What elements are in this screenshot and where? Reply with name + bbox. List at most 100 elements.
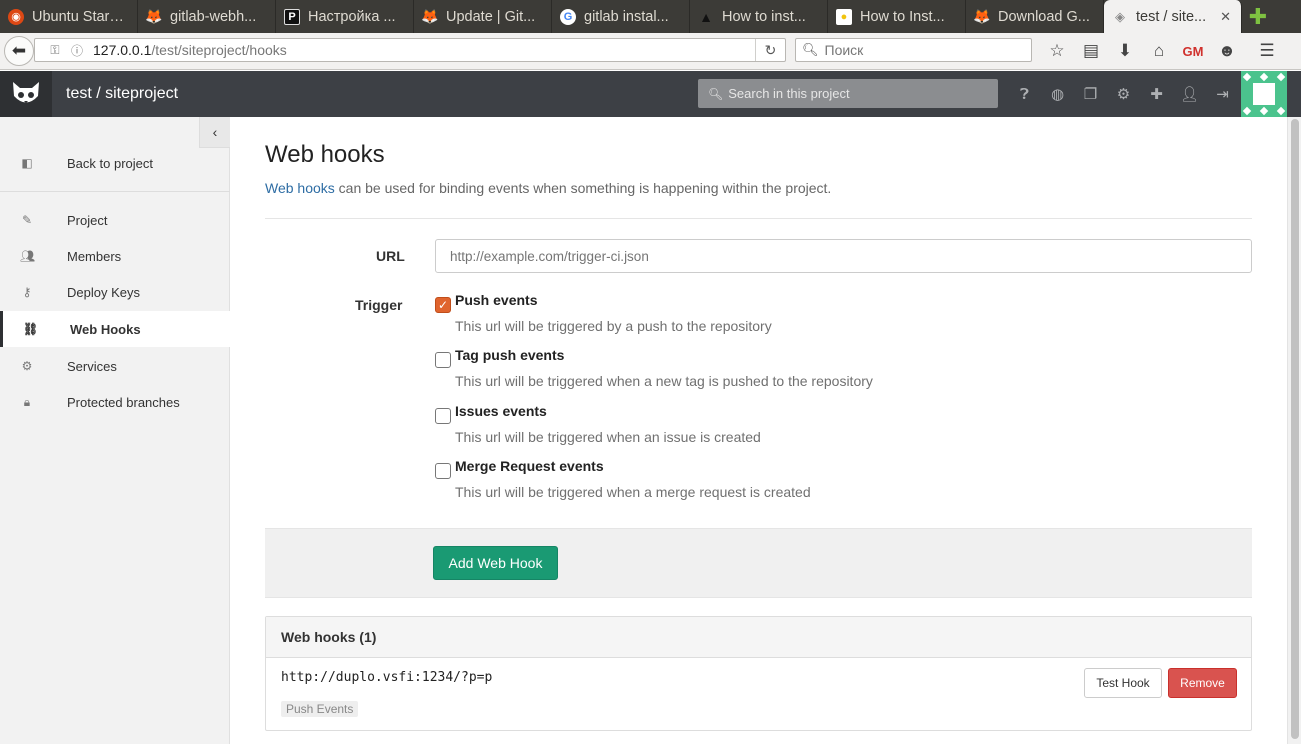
reload-icon[interactable]: ↻ bbox=[755, 39, 785, 61]
users-icon: 👥︎ bbox=[20, 249, 36, 263]
cogs-icon[interactable]: ⚙ bbox=[1107, 71, 1140, 117]
google-icon: G bbox=[560, 8, 576, 25]
remove-hook-button[interactable]: Remove bbox=[1168, 668, 1237, 698]
smiley-icon[interactable]: ☻ bbox=[1210, 38, 1244, 64]
browser-tab[interactable]: G gitlab instal... bbox=[552, 0, 690, 33]
trigger-name[interactable]: Issues events bbox=[455, 403, 547, 419]
browser-tab[interactable]: 🦊 Download G... bbox=[966, 0, 1104, 33]
trigger-label: Trigger bbox=[355, 297, 403, 313]
sidebar-item-services[interactable]: ⚙ Services bbox=[0, 348, 230, 384]
page-description: Web hooks can be used for binding events… bbox=[265, 180, 831, 196]
sidebar-item-label: Deploy Keys bbox=[67, 284, 140, 300]
form-actions: Add Web Hook bbox=[265, 528, 1252, 598]
sidebar-item-deploy-keys[interactable]: ⚷ Deploy Keys bbox=[0, 274, 230, 310]
trigger-name[interactable]: Push events bbox=[455, 292, 537, 308]
issues-events-checkbox[interactable] bbox=[435, 408, 451, 424]
new-tab-icon[interactable]: ✚ bbox=[1242, 0, 1274, 33]
help-icon[interactable]: ❓︎ bbox=[1008, 71, 1041, 117]
header-icons: ❓︎ ◍ ❐ ⚙ ✚ 👤︎ ⇥ bbox=[1008, 71, 1239, 117]
avatar-pattern bbox=[1242, 72, 1252, 82]
browser-tab[interactable]: ▲ How to inst... bbox=[690, 0, 828, 33]
push-events-checkbox[interactable]: ✓ bbox=[435, 297, 451, 313]
url-input[interactable] bbox=[435, 239, 1252, 273]
project-title[interactable]: test / siteproject bbox=[66, 85, 178, 103]
page-title: Web hooks bbox=[265, 141, 385, 168]
trigger-name[interactable]: Merge Request events bbox=[455, 458, 604, 474]
trigger-help: This url will be triggered by a push to … bbox=[455, 318, 772, 334]
gm-extension-icon[interactable]: GM bbox=[1176, 38, 1210, 64]
add-web-hook-button[interactable]: Add Web Hook bbox=[433, 546, 558, 580]
web-hooks-panel-heading: Web hooks (1) bbox=[266, 617, 1251, 658]
project-search-placeholder: Search in this project bbox=[728, 86, 850, 101]
url-path: /test/siteproject/hooks bbox=[151, 42, 287, 58]
sign-out-icon[interactable]: ⇥ bbox=[1206, 71, 1239, 117]
merge-request-events-checkbox[interactable] bbox=[435, 463, 451, 479]
browser-tab[interactable]: 🦊 gitlab-webh... bbox=[138, 0, 276, 33]
web-hooks-help-link[interactable]: Web hooks bbox=[265, 180, 335, 196]
bookmark-star-icon[interactable]: ☆ bbox=[1040, 38, 1074, 64]
browser-tab[interactable]: ● How to Inst... bbox=[828, 0, 966, 33]
trigger-help: This url will be triggered when a merge … bbox=[455, 484, 811, 500]
info-icon: ⓘ bbox=[70, 43, 83, 58]
avatar-pattern bbox=[1259, 72, 1269, 82]
reading-list-icon[interactable]: ▤ bbox=[1074, 38, 1108, 64]
sidebar-divider bbox=[0, 191, 230, 192]
gitlab-icon: 🦊 bbox=[421, 8, 439, 24]
home-icon[interactable]: ⌂ bbox=[1142, 38, 1176, 64]
sidebar-item-web-hooks[interactable]: ⛓ Web Hooks bbox=[0, 311, 230, 347]
test-hook-button[interactable]: Test Hook bbox=[1084, 668, 1162, 698]
triangle-icon: ▲ bbox=[699, 8, 713, 25]
avatar[interactable] bbox=[1241, 71, 1287, 117]
gitlab-cat-icon: ◈ bbox=[1115, 8, 1125, 24]
trigger-name[interactable]: Tag push events bbox=[455, 347, 564, 363]
chevron-left-icon: ‹ bbox=[212, 124, 218, 140]
plus-icon[interactable]: ✚ bbox=[1140, 71, 1173, 117]
collapse-sidebar-button[interactable]: ‹ bbox=[199, 117, 230, 148]
sidebar-item-label: Members bbox=[67, 248, 122, 264]
url-text: 127.0.0.1/test/siteproject/hooks bbox=[93, 42, 287, 58]
scrollbar-thumb[interactable] bbox=[1291, 119, 1299, 739]
download-icon[interactable]: ⬇ bbox=[1108, 38, 1142, 64]
gitlab-logo[interactable] bbox=[0, 71, 52, 117]
avatar-pattern bbox=[1242, 106, 1252, 116]
user-icon[interactable]: 👤︎ bbox=[1173, 71, 1206, 117]
gitlab-cat-logo-icon bbox=[13, 82, 39, 103]
tab-title: Update | Git... bbox=[446, 8, 536, 25]
copy-icon[interactable]: ❐ bbox=[1074, 71, 1107, 117]
tag-push-events-checkbox[interactable] bbox=[435, 352, 451, 368]
back-button[interactable]: ⬅ bbox=[4, 36, 34, 66]
browser-tab-active[interactable]: ◈ test / site... ✕ bbox=[1104, 0, 1242, 33]
project-search-input[interactable]: 🔍︎ Search in this project bbox=[698, 79, 998, 108]
trigger-help: This url will be triggered when a new ta… bbox=[455, 373, 873, 389]
browser-tab[interactable]: ◉ Ubuntu Start P... bbox=[0, 0, 138, 33]
cogs-icon: ⚙ bbox=[21, 359, 33, 373]
page-scrollbar[interactable] bbox=[1287, 117, 1301, 744]
sidebar-item-project[interactable]: ✎ Project bbox=[0, 202, 230, 238]
browser-toolbar-icons: ☆ ▤ ⬇ ⌂ GM ☻ ☰ bbox=[1040, 38, 1284, 64]
gitlab-header: test / siteproject 🔍︎ Search in this pro… bbox=[0, 71, 1301, 117]
sidebar-item-label: Back to project bbox=[67, 155, 153, 171]
browser-tab[interactable]: 🦊 Update | Git... bbox=[414, 0, 552, 33]
sidebar-item-members[interactable]: 👥︎ Members bbox=[0, 238, 230, 274]
web-hooks-panel: Web hooks (1) http://duplo.vsfi:1234/?p=… bbox=[265, 616, 1252, 731]
sidebar-item-label: Protected branches bbox=[67, 394, 180, 410]
sidebar-item-label: Services bbox=[67, 358, 117, 374]
gitlab-icon: 🦊 bbox=[145, 8, 163, 24]
sidebar-item-label: Project bbox=[67, 212, 108, 228]
page-description-text: can be used for binding events when some… bbox=[334, 180, 832, 196]
sidebar-item-protected-branches[interactable]: 🔒︎ Protected branches bbox=[0, 384, 230, 420]
menu-icon[interactable]: ☰ bbox=[1250, 38, 1284, 64]
address-bar[interactable]: ⚿ ⓘ 127.0.0.1/test/siteproject/hooks ↻ bbox=[34, 38, 786, 62]
link-icon: ⛓ bbox=[23, 322, 39, 336]
browser-search-input[interactable]: 🔍︎ Поиск bbox=[795, 38, 1032, 62]
close-tab-icon[interactable]: ✕ bbox=[1214, 9, 1231, 25]
tab-title: How to inst... bbox=[722, 8, 806, 25]
tab-title: Ubuntu Start P... bbox=[32, 8, 127, 25]
gitlab-icon: 🦊 bbox=[973, 8, 991, 24]
key-icon: ⚿ bbox=[50, 42, 60, 57]
p-icon: P bbox=[284, 8, 300, 25]
search-icon: 🔍︎ bbox=[802, 42, 819, 57]
browser-tab[interactable]: P Настройка ... bbox=[276, 0, 414, 33]
globe-icon[interactable]: ◍ bbox=[1041, 71, 1074, 117]
sidebar-item-back-to-project[interactable]: ◧ Back to project bbox=[0, 145, 230, 181]
